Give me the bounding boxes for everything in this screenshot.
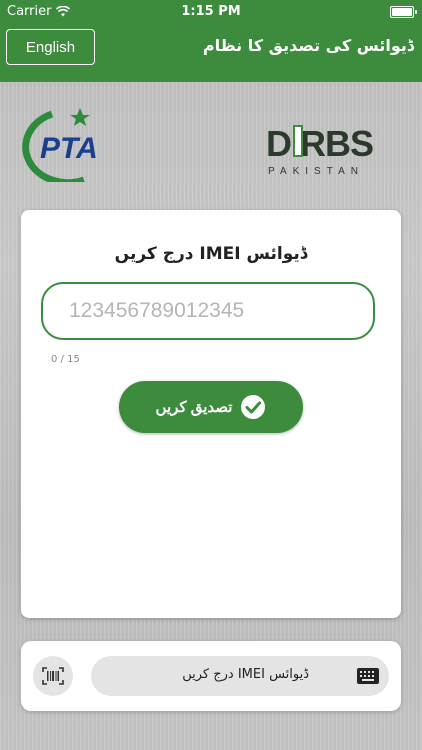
battery-icon [390, 6, 417, 18]
clock: 1:15 PM [181, 4, 241, 19]
app-header: Carrier 1:15 PM English ڈیوائس کی تصدیق … [0, 0, 422, 82]
card-title: ڈیوائس IMEI درج کریں [114, 244, 308, 264]
keyboard-icon [357, 668, 379, 684]
dirbs-logo-subtext: PAKISTAN [268, 166, 364, 177]
check-circle-icon [241, 395, 266, 419]
status-bar: Carrier 1:15 PM [0, 4, 422, 22]
imei-input[interactable] [41, 282, 375, 340]
dirbs-logo-text: DIRBS [266, 123, 373, 164]
imei-verification-card: ڈیوائس IMEI درج کریں 0 / 15 تصدیق کریں [21, 210, 401, 618]
character-counter: 0 / 15 [51, 354, 80, 365]
barcode-scan-icon [42, 667, 64, 685]
imei-entry-label: ڈیوائس IMEI درج کریں [182, 667, 309, 682]
dirbs-logo: DIRBS PAKISTAN [266, 123, 374, 177]
pta-logo-text: PTA [40, 132, 98, 165]
verify-button[interactable]: تصدیق کریں [119, 381, 303, 433]
bottom-input-bar: ڈیوائس IMEI درج کریں [21, 641, 401, 711]
barcode-scan-button[interactable] [33, 656, 73, 696]
imei-entry-field[interactable]: ڈیوائس IMEI درج کریں [91, 656, 389, 696]
language-toggle-button[interactable]: English [6, 29, 95, 65]
pta-logo: PTA [22, 108, 98, 182]
page-title: ڈیوائس کی تصدیق کا نظام [202, 36, 414, 55]
verify-button-label: تصدیق کریں [155, 399, 233, 416]
